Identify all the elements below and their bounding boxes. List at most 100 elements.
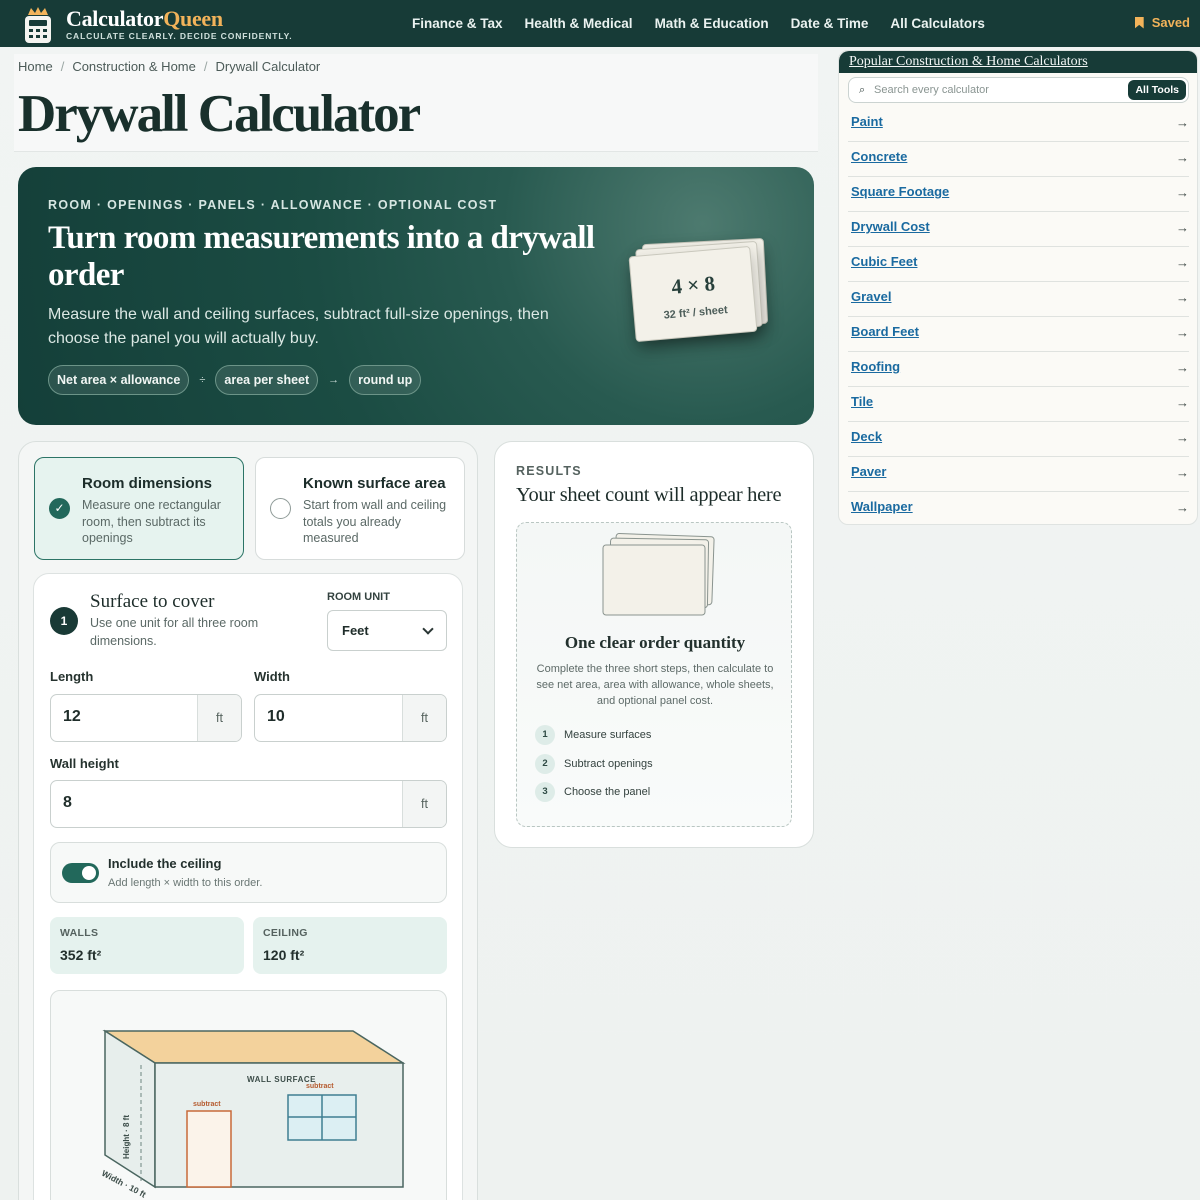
- ceiling-toggle[interactable]: [62, 863, 99, 883]
- window-subtract-label: subtract: [306, 1083, 334, 1090]
- sheet-front: 4 × 8 32 ft² / sheet: [628, 245, 758, 343]
- sidebar-item-drywall-cost[interactable]: Drywall Cost →: [848, 212, 1189, 247]
- bookmark-icon: [1134, 16, 1144, 29]
- sidebar-item-board-feet[interactable]: Board Feet →: [848, 317, 1189, 352]
- title-area: Home / Construction & Home / Drywall Cal…: [14, 54, 818, 152]
- sidebar-item-label[interactable]: Square Footage: [851, 184, 949, 199]
- sidebar-item-wallpaper[interactable]: Wallpaper →: [848, 492, 1189, 524]
- sidebar-item-paint[interactable]: Paint →: [848, 107, 1189, 142]
- calculator-crown-icon[interactable]: [22, 6, 54, 44]
- sidebar-item-label[interactable]: Cubic Feet: [851, 254, 917, 269]
- mode-room-dimensions[interactable]: ✓ Room dimensions Measure one rectangula…: [34, 457, 244, 560]
- sidebar-item-deck[interactable]: Deck →: [848, 422, 1189, 457]
- saved-button[interactable]: Saved: [1134, 15, 1190, 30]
- sidebar-item-cubic-feet[interactable]: Cubic Feet →: [848, 247, 1189, 282]
- sidebar-item-label[interactable]: Gravel: [851, 289, 891, 304]
- ceiling-toggle-description: Add length × width to this order.: [108, 877, 263, 889]
- length-unit: ft: [197, 695, 241, 741]
- ceiling-value: 120 ft²: [263, 947, 305, 963]
- nav-finance-tax[interactable]: Finance & Tax: [412, 16, 503, 31]
- formula-chip-net-area: Net area × allowance: [48, 365, 190, 395]
- site-header: CalculatorQueen CALCULATE CLEARLY. DECID…: [0, 0, 1200, 47]
- results-empty-state: One clear order quantity Complete the th…: [516, 522, 792, 827]
- brand-main: Calculator: [66, 6, 164, 31]
- sidebar-list: Paint → Concrete → Square Footage → Drywall…: [848, 107, 1189, 524]
- sidebar-item-label[interactable]: Board Feet: [851, 324, 919, 339]
- results-step-2: 2 Subtract openings: [535, 754, 653, 774]
- formula-chip-round-up: round up: [349, 365, 422, 395]
- mode-description: Measure one rectangular room, then subtr…: [82, 498, 221, 545]
- breadcrumb-separator: /: [203, 59, 208, 74]
- sheet-stack-icon: [602, 533, 715, 616]
- sidebar-item-roofing[interactable]: Roofing →: [848, 352, 1189, 387]
- breadcrumb-home[interactable]: Home: [18, 59, 53, 74]
- arrow-right-icon: →: [1176, 220, 1189, 235]
- width-input[interactable]: 10 ft: [254, 694, 447, 742]
- sidebar-item-label[interactable]: Paver: [851, 464, 886, 479]
- door-subtract-label: subtract: [193, 1101, 221, 1108]
- hero-kicker: ROOM · OPENINGS · PANELS · ALLOWANCE · O…: [48, 198, 498, 212]
- sidebar-item-label[interactable]: Paint: [851, 114, 883, 129]
- check-icon: ✓: [49, 498, 70, 519]
- sidebar-item-label[interactable]: Deck: [851, 429, 882, 444]
- ceiling-label: CEILING: [263, 927, 308, 939]
- mode-known-surface-area[interactable]: Known surface area Start from wall and c…: [255, 457, 465, 560]
- toggle-knob: [82, 866, 96, 880]
- sidebar-item-concrete[interactable]: Concrete →: [848, 142, 1189, 177]
- ceiling-toggle-row: Include the ceiling Add length × width t…: [50, 842, 447, 903]
- nav-math-education[interactable]: Math & Education: [655, 16, 769, 31]
- room-unit-select[interactable]: Feet: [327, 610, 447, 651]
- results-step-1: 1 Measure surfaces: [535, 725, 651, 745]
- wall-height-input[interactable]: 8 ft: [50, 780, 447, 828]
- sidebar-item-label[interactable]: Wallpaper: [851, 499, 913, 514]
- step-number: 1: [50, 607, 78, 635]
- all-tools-button[interactable]: All Tools: [1128, 80, 1186, 100]
- empty-state-title: One clear order quantity: [564, 633, 746, 652]
- sidebar-item-square-footage[interactable]: Square Footage →: [848, 177, 1189, 212]
- arrow-right-icon: →: [1176, 255, 1189, 270]
- sidebar-item-label[interactable]: Drywall Cost: [851, 219, 930, 234]
- ceiling-stat: CEILING 120 ft²: [253, 917, 447, 974]
- arrow-right-icon: →: [1176, 325, 1189, 340]
- arrow-right-icon: →: [1176, 150, 1189, 165]
- sidebar-item-label[interactable]: Tile: [851, 394, 873, 409]
- calculator-card: ✓ Room dimensions Measure one rectangula…: [18, 441, 478, 1200]
- nav-health-medical[interactable]: Health & Medical: [525, 16, 633, 31]
- brand-name[interactable]: CalculatorQueen: [66, 6, 223, 32]
- search-icon: ⌕: [859, 84, 866, 96]
- results-card: RESULTS Your sheet count will appear her…: [494, 441, 814, 848]
- arrow-right-icon: →: [1176, 290, 1189, 305]
- surface-step-card: 1 Surface to cover Use one unit for all …: [33, 573, 463, 1200]
- sidebar-item-label[interactable]: Concrete: [851, 149, 907, 164]
- room-unit-value: Feet: [342, 623, 369, 638]
- sheet-size-label: 4 × 8: [670, 271, 716, 299]
- walls-value: 352 ft²: [60, 947, 102, 963]
- sidebar-title[interactable]: Popular Construction & Home Calculators: [849, 54, 1088, 70]
- step-description: Use one unit for all three room dimensio…: [90, 616, 259, 648]
- sidebar-item-paver[interactable]: Paver →: [848, 457, 1189, 492]
- nav-all-calculators[interactable]: All Calculators: [890, 16, 985, 31]
- sidebar-item-gravel[interactable]: Gravel →: [848, 282, 1189, 317]
- sidebar-item-tile[interactable]: Tile →: [848, 387, 1189, 422]
- width-unit: ft: [402, 695, 446, 741]
- walls-stat: WALLS 352 ft²: [50, 917, 244, 974]
- arrow-right-icon: →: [1176, 185, 1189, 200]
- breadcrumb-construction-home[interactable]: Construction & Home: [72, 59, 196, 74]
- search-placeholder: Search every calculator: [874, 84, 989, 96]
- results-step-3: 3 Choose the panel: [535, 782, 650, 802]
- breadcrumb-separator: /: [60, 59, 65, 74]
- arrow-right-icon: →: [1176, 395, 1189, 410]
- sheet-area-label: 32 ft² / sheet: [663, 304, 729, 322]
- nav-date-time[interactable]: Date & Time: [791, 16, 869, 31]
- main-nav: Finance & Tax Health & Medical Math & Ed…: [412, 16, 985, 31]
- results-step-label: Subtract openings: [564, 758, 653, 770]
- sidebar-search-input[interactable]: ⌕ Search every calculator All Tools: [848, 77, 1189, 103]
- step-title: Surface to cover: [90, 591, 215, 612]
- length-input[interactable]: 12 ft: [50, 694, 242, 742]
- sidebar-item-label[interactable]: Roofing: [851, 359, 900, 374]
- step-number-badge: 3: [535, 782, 555, 802]
- hero-banner: ROOM · OPENINGS · PANELS · ALLOWANCE · O…: [18, 167, 814, 425]
- length-label: Length: [50, 669, 94, 684]
- results-step-label: Choose the panel: [564, 786, 651, 798]
- page-title: Drywall Calculator: [18, 85, 421, 143]
